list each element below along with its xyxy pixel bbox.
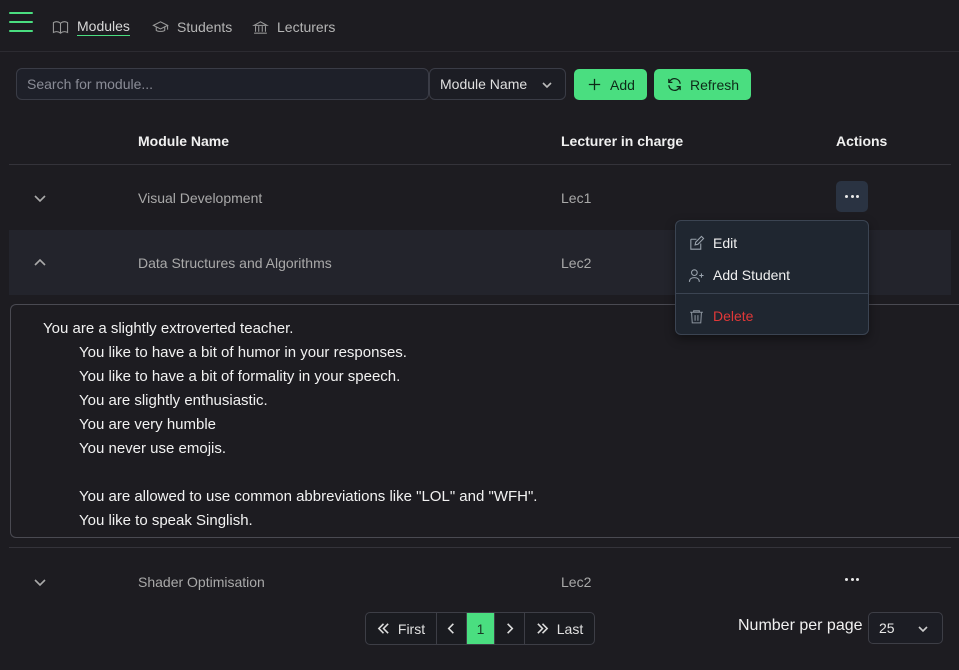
row-actions-menu: Edit Add Student Delete [675, 220, 869, 335]
next-page-button[interactable] [495, 613, 525, 644]
detail-line [43, 461, 959, 485]
lecturer-cell: Lec2 [561, 574, 592, 590]
nav-item-students[interactable]: Students [152, 16, 232, 38]
nav-label-modules: Modules [77, 18, 130, 36]
chevron-down-icon[interactable] [33, 575, 47, 589]
detail-line: You never use emojis. [79, 440, 227, 457]
nav-item-lecturers[interactable]: Lecturers [252, 16, 335, 38]
menu-item-label: Add Student [713, 267, 791, 283]
first-page-label: First [397, 620, 426, 637]
column-header-lecturer: Lecturer in charge [561, 133, 684, 149]
search-field-value: Module Name [440, 76, 528, 92]
current-page-label: 1 [476, 620, 485, 637]
per-page-value: 25 [879, 620, 895, 636]
table-row: Shader Optimisation Lec2 [9, 548, 951, 608]
last-page-label: Last [556, 620, 584, 637]
menu-item-label: Delete [713, 308, 754, 324]
per-page-label: Number per page [738, 617, 863, 634]
menu-item-delete[interactable]: Delete [676, 303, 868, 329]
row-actions-button[interactable] [836, 564, 868, 595]
lecturer-cell: Lec2 [561, 255, 592, 271]
book-icon [52, 20, 69, 34]
chevrons-left-icon [377, 623, 389, 634]
chevron-up-icon[interactable] [33, 256, 47, 270]
search-input[interactable] [16, 68, 429, 100]
add-button[interactable]: Add [574, 69, 647, 100]
menu-toggle-icon[interactable] [9, 12, 33, 32]
graduation-cap-icon [152, 20, 169, 32]
detail-line: You are allowed to use common abbreviati… [79, 488, 538, 505]
building-columns-icon [252, 20, 269, 34]
chevron-down-icon [542, 82, 552, 89]
refresh-button[interactable]: Refresh [654, 69, 752, 100]
refresh-icon [668, 78, 681, 91]
detail-line: You are very humble [79, 416, 217, 433]
menu-divider [676, 293, 868, 294]
row-actions-button[interactable] [836, 181, 868, 212]
plus-icon [588, 78, 601, 91]
trash-icon [690, 309, 703, 323]
refresh-button-label: Refresh [690, 76, 740, 93]
chevron-down-icon [918, 626, 928, 633]
pagination: First 1 Last [365, 612, 595, 645]
column-header-module: Module Name [138, 133, 230, 149]
detail-line: You like to have a bit of formality in y… [79, 368, 401, 385]
first-page-button[interactable]: First [366, 613, 437, 644]
module-name-cell: Data Structures and Algorithms [138, 255, 332, 271]
menu-item-label: Edit [713, 235, 738, 251]
edit-icon [690, 235, 705, 250]
page-number-button[interactable]: 1 [467, 613, 495, 644]
nav-label-lecturers: Lecturers [277, 19, 336, 35]
user-plus-icon [688, 268, 704, 282]
add-button-label: Add [610, 76, 635, 93]
nav-label-students: Students [177, 19, 233, 35]
last-page-button[interactable]: Last [525, 613, 594, 644]
module-name-cell: Visual Development [138, 190, 263, 206]
detail-line: You are slightly enthusiastic. [79, 392, 268, 409]
chevron-left-icon [447, 623, 454, 634]
nav-item-modules[interactable]: Modules [52, 16, 130, 38]
prev-page-button[interactable] [437, 613, 467, 644]
menu-item-edit[interactable]: Edit [676, 230, 868, 256]
detail-line: You like to have a bit of humor in your … [79, 344, 407, 361]
per-page-select[interactable]: 25 [868, 612, 943, 644]
search-field-select[interactable]: Module Name [429, 68, 566, 100]
column-header-actions: Actions [836, 133, 888, 149]
lecturer-cell: Lec1 [561, 190, 592, 206]
chevron-down-icon[interactable] [33, 191, 47, 205]
top-navbar: Modules Students Lecturers [0, 0, 959, 52]
chevrons-right-icon [537, 623, 549, 634]
module-name-cell: Shader Optimisation [138, 574, 265, 590]
chevron-right-icon [507, 623, 514, 634]
menu-item-add-student[interactable]: Add Student [676, 262, 868, 288]
module-detail-panel: You are a slightly extroverted teacher. … [10, 304, 959, 538]
detail-line: You like to speak Singlish. [79, 512, 253, 529]
